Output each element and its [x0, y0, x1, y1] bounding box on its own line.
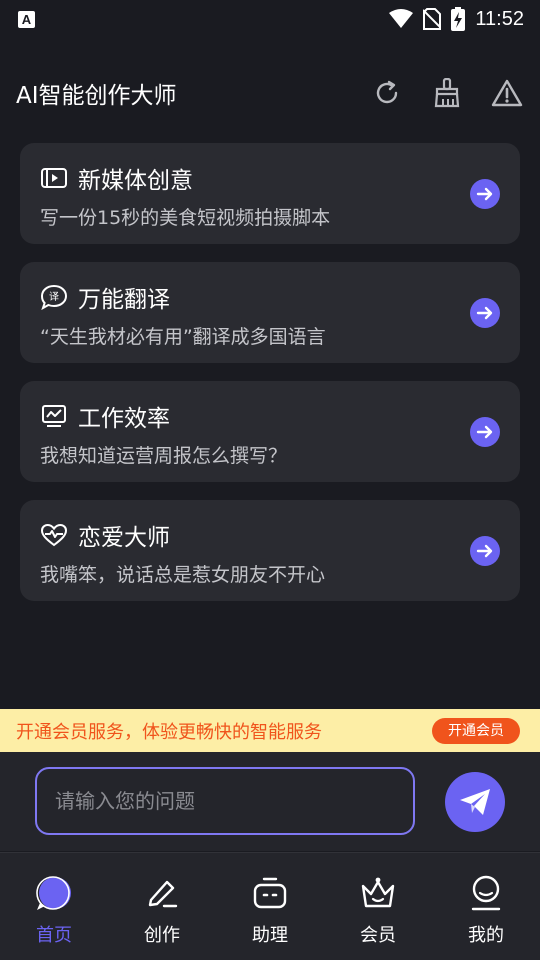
wifi-icon: [389, 9, 414, 29]
battery-charging-icon: [451, 7, 466, 31]
robot-icon: [250, 873, 290, 913]
card-title: 恋爱大师: [78, 525, 170, 551]
nav-mine[interactable]: 我的: [446, 873, 526, 947]
question-input-area: [0, 752, 540, 851]
prompt-card-new-media[interactable]: 新媒体创意 写一份15秒的美食短视频拍摄脚本: [20, 143, 520, 244]
prompt-card-list: 新媒体创意 写一份15秒的美食短视频拍摄脚本 译 万能翻译 “天生我材必有用”翻…: [20, 143, 520, 619]
app-header: AI智能创作大师: [0, 70, 540, 116]
nav-label: 会员: [360, 925, 396, 946]
translate-icon: 译: [40, 283, 68, 311]
nav-create[interactable]: 创作: [122, 873, 202, 947]
nav-label: 创作: [144, 925, 180, 946]
user-icon: [466, 873, 506, 913]
promo-text: 开通会员服务，体验更畅快的智能服务: [16, 721, 322, 743]
nav-label: 我的: [468, 925, 504, 946]
card-subtitle: 写一份15秒的美食短视频拍摄脚本: [40, 207, 331, 229]
send-icon: [460, 789, 490, 815]
status-bar: A 11:52: [0, 0, 540, 38]
membership-promo-banner[interactable]: 开通会员服务，体验更畅快的智能服务 开通会员: [0, 709, 540, 752]
card-title: 万能翻译: [78, 287, 170, 313]
prompt-card-translate[interactable]: 译 万能翻译 “天生我材必有用”翻译成多国语言: [20, 262, 520, 363]
prompt-card-work-efficiency[interactable]: 工作效率 我想知道运营周报怎么撰写？: [20, 381, 520, 482]
chart-icon: [40, 402, 68, 430]
clock: 11:52: [475, 7, 524, 30]
card-subtitle: 我想知道运营周报怎么撰写？: [40, 445, 288, 467]
app-notification-icon: A: [18, 10, 35, 28]
open-membership-button[interactable]: 开通会员: [432, 717, 520, 744]
video-icon: [40, 164, 68, 192]
bottom-navigation: 首页 创作 助理 会员 我的: [0, 852, 540, 960]
no-sim-icon: [423, 8, 442, 30]
app-title: AI智能创作大师: [16, 83, 177, 109]
arrow-right-icon[interactable]: [470, 536, 500, 566]
crown-icon: [358, 873, 398, 913]
arrow-right-icon[interactable]: [470, 417, 500, 447]
refresh-icon[interactable]: [370, 76, 404, 110]
broom-icon[interactable]: [430, 76, 464, 110]
question-input[interactable]: [35, 767, 415, 835]
arrow-right-icon[interactable]: [470, 179, 500, 209]
warning-icon[interactable]: [490, 76, 524, 110]
nav-assistant[interactable]: 助理: [230, 873, 310, 947]
heart-pulse-icon: [40, 521, 68, 549]
nav-label: 首页: [36, 925, 72, 946]
svg-text:译: 译: [49, 291, 59, 303]
chat-bubble-icon: [34, 873, 74, 913]
nav-membership[interactable]: 会员: [338, 873, 418, 947]
nav-home[interactable]: 首页: [14, 873, 94, 947]
card-title: 新媒体创意: [78, 168, 193, 194]
card-title: 工作效率: [78, 406, 170, 432]
arrow-right-icon[interactable]: [470, 298, 500, 328]
send-button[interactable]: [445, 772, 505, 832]
pen-icon: [142, 873, 182, 913]
card-subtitle: “天生我材必有用”翻译成多国语言: [40, 326, 326, 348]
nav-label: 助理: [252, 925, 288, 946]
card-subtitle: 我嘴笨，说话总是惹女朋友不开心: [40, 564, 326, 586]
prompt-card-love-master[interactable]: 恋爱大师 我嘴笨，说话总是惹女朋友不开心: [20, 500, 520, 601]
